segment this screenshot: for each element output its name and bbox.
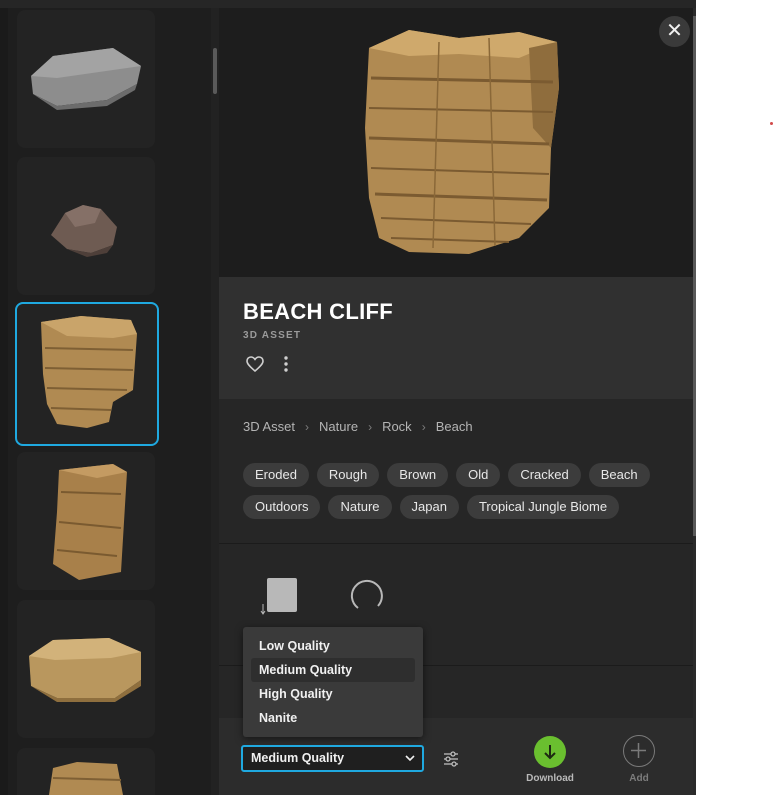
add-button[interactable] — [623, 735, 655, 767]
breadcrumb-item[interactable]: Beach — [436, 419, 473, 434]
file-format-icon[interactable] — [259, 576, 299, 616]
close-button[interactable]: ✕ — [659, 16, 690, 47]
asset-thumbnail-flat-stone[interactable] — [17, 10, 155, 148]
tag-chip[interactable]: Eroded — [243, 463, 309, 487]
chevron-right-icon: › — [421, 419, 426, 434]
quality-select-value: Medium Quality — [251, 751, 345, 765]
heart-icon[interactable] — [245, 355, 265, 373]
partial-rock-image — [49, 762, 123, 795]
small-rock-image — [51, 205, 117, 257]
plus-icon — [631, 743, 646, 758]
rail-scrollbar-thumb[interactable] — [213, 48, 217, 94]
breadcrumb-item[interactable]: Nature — [319, 419, 358, 434]
quality-option-medium[interactable]: Medium Quality — [251, 658, 415, 682]
sliders-icon[interactable] — [443, 751, 459, 767]
more-vertical-icon[interactable] — [279, 354, 293, 374]
asset-thumbnail-tall-rock[interactable] — [17, 452, 155, 590]
tag-chip[interactable]: Japan — [399, 495, 459, 519]
flat-stone-image — [31, 48, 141, 110]
indicator-dot — [770, 122, 773, 125]
tag-chip[interactable]: Old — [456, 463, 501, 487]
quality-select[interactable]: Medium Quality — [241, 745, 424, 772]
asset-thumbnail-partial[interactable] — [17, 748, 155, 795]
download-label[interactable]: Download — [520, 773, 580, 784]
tag-chip[interactable]: Outdoors — [243, 495, 321, 519]
quality-dropdown-menu: Low Quality Medium Quality High Quality … — [243, 627, 423, 737]
tag-chip[interactable]: Nature — [328, 495, 392, 519]
add-label[interactable]: Add — [610, 773, 668, 784]
tag-list: Eroded Rough Brown Old Cracked Beach Out… — [243, 463, 683, 519]
tag-chip[interactable]: Tropical Jungle Biome — [466, 495, 620, 519]
tag-chip[interactable]: Cracked — [508, 463, 581, 487]
rail-edge — [0, 0, 8, 795]
asset-thumbnail-beach-cliff[interactable] — [15, 302, 159, 446]
breadcrumb-item[interactable]: 3D Asset — [243, 419, 295, 434]
asset-thumbnail-boulder[interactable] — [17, 600, 155, 738]
asset-preview — [219, 8, 693, 277]
boulder-image — [29, 638, 141, 702]
rail-scrollbar-track[interactable] — [211, 8, 219, 795]
asset-type-label: 3D ASSET — [243, 330, 302, 341]
tag-chip[interactable]: Rough — [316, 463, 380, 487]
tag-chip[interactable]: Brown — [387, 463, 449, 487]
asset-thumbnail-small-rock[interactable] — [17, 157, 155, 295]
download-button[interactable] — [534, 736, 566, 768]
quality-option-high[interactable]: High Quality — [251, 682, 415, 706]
quality-option-low[interactable]: Low Quality — [251, 634, 415, 658]
tall-rock-image — [53, 464, 127, 580]
panel-scrollbar-thumb[interactable] — [693, 16, 696, 536]
chevron-right-icon: › — [305, 419, 310, 434]
asset-header: BEACH CLIFF 3D ASSET — [219, 277, 693, 399]
breadcrumb-item[interactable]: Rock — [382, 419, 412, 434]
asset-title: BEACH CLIFF — [243, 299, 393, 324]
quality-option-nanite[interactable]: Nanite — [251, 706, 415, 730]
beach-cliff-preview-image — [365, 30, 559, 254]
chevron-down-icon — [405, 755, 415, 762]
beach-cliff-thumbnail-image — [41, 316, 137, 428]
tag-chip[interactable]: Beach — [588, 463, 650, 487]
section-divider — [219, 543, 696, 544]
chevron-right-icon: › — [368, 419, 373, 434]
spinner-icon — [350, 579, 383, 609]
arrow-down-icon — [544, 745, 556, 760]
close-icon: ✕ — [666, 20, 683, 42]
top-strip — [0, 0, 696, 8]
breadcrumb: 3D Asset › Nature › Rock › Beach — [243, 419, 473, 434]
